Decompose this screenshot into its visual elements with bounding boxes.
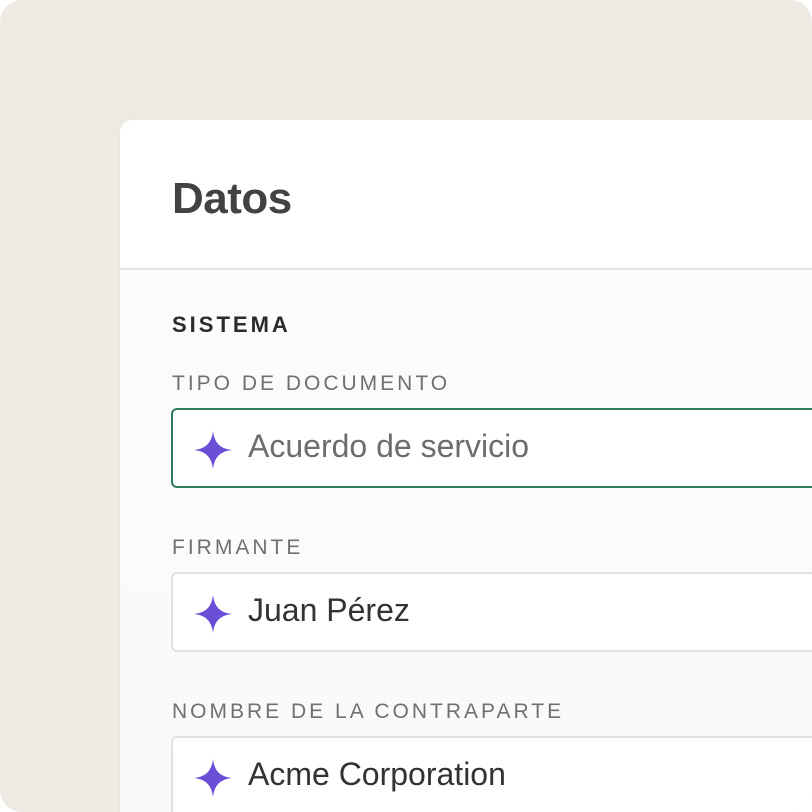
- panel-header: Datos: [120, 120, 812, 270]
- document-type-field[interactable]: Acuerdo de servicio: [171, 408, 812, 488]
- document-type-value: Acuerdo de servicio: [248, 428, 530, 464]
- data-panel: Datos SISTEMA TIPO DE DOCUMENTO Acuerdo …: [120, 120, 812, 812]
- panel-body: SISTEMA TIPO DE DOCUMENTO Acuerdo de ser…: [120, 270, 812, 812]
- sparkle-icon: [194, 595, 232, 633]
- sparkle-icon: [194, 759, 232, 797]
- app-frame: Datos SISTEMA TIPO DE DOCUMENTO Acuerdo …: [0, 0, 812, 812]
- panel-title: Datos: [172, 174, 292, 223]
- sparkle-icon: [194, 431, 232, 469]
- counterparty-name-value: Acme Corporation: [248, 756, 506, 792]
- signer-label: FIRMANTE: [172, 536, 304, 559]
- counterparty-name-label: NOMBRE DE LA CONTRAPARTE: [172, 700, 565, 723]
- document-type-label: TIPO DE DOCUMENTO: [172, 372, 451, 395]
- counterparty-name-field[interactable]: Acme Corporation: [171, 736, 812, 812]
- signer-field[interactable]: Juan Pérez: [171, 572, 812, 652]
- signer-value: Juan Pérez: [248, 592, 410, 628]
- section-title: SISTEMA: [172, 312, 291, 337]
